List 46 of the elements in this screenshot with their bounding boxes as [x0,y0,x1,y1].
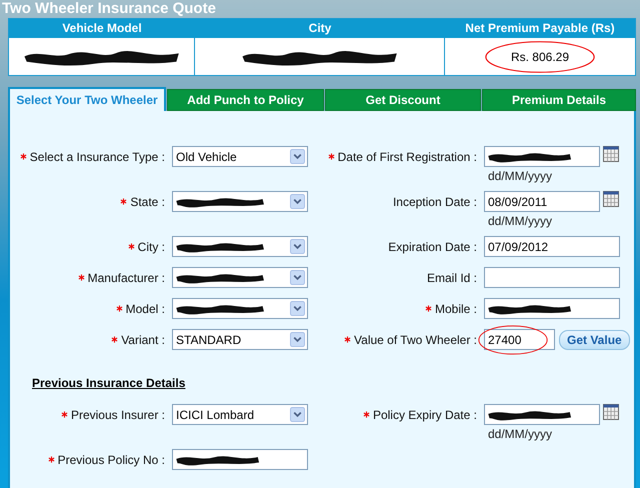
tab[interactable]: Premium Details [482,89,636,111]
calendar-icon[interactable] [603,146,619,162]
field-label: City : [138,240,165,254]
input-field[interactable] [484,267,620,288]
column-header: Vehicle Model [61,20,143,37]
premium-amount: Rs. 806.29 [510,50,570,64]
tab[interactable]: Get Discount [325,89,481,111]
field-label: Value of Two Wheeler : [354,332,477,346]
input-field[interactable]: 08/09/2011 [484,191,600,212]
input-field[interactable] [172,449,308,470]
tab[interactable]: Add Punch to Policy [167,89,324,111]
input-field[interactable] [484,404,600,425]
input-field[interactable]: 27400 [484,329,555,350]
field-label: Previous Policy No : [58,452,165,466]
field-label: Previous Insurer : [70,408,165,422]
column-header: City [308,20,332,37]
field-label: Inception Date : [392,194,477,208]
field-label: Email Id : [426,270,477,284]
get-value-button[interactable]: Get Value [559,330,630,350]
field-label: Policy Expiry Date : [372,408,477,422]
field-label: Model : [126,302,165,316]
date-format-hint: dd/MM/yyyy [487,426,554,441]
dropdown[interactable] [172,267,308,288]
date-format-hint: dd/MM/yyyy [487,213,554,228]
input-field[interactable] [484,146,600,167]
date-format-hint: dd/MM/yyyy [487,168,554,183]
input-field[interactable] [484,298,620,319]
field-label: Select a Insurance Type : [30,150,165,164]
calendar-icon[interactable] [603,190,619,206]
dropdown[interactable] [172,298,308,319]
page-title: Two Wheeler Insurance Quote [2,0,217,18]
field-label: Mobile : [434,302,477,316]
dropdown[interactable] [172,191,308,212]
section-heading: Previous Insurance Details [32,376,186,390]
field-label: State : [130,194,165,208]
calendar-icon[interactable] [603,404,619,420]
field-label: Manufacturer : [88,270,165,284]
field-label: Variant : [121,332,165,346]
input-field[interactable]: 07/09/2012 [484,236,620,257]
column-header: Net Premium Payable (Rs) [464,20,616,37]
field-label: Date of First Registration : [338,150,477,164]
dropdown[interactable] [172,236,308,257]
dropdown[interactable]: STANDARD [172,329,308,350]
dropdown[interactable]: ICICI Lombard [172,404,308,425]
field-label: Expiration Date : [388,240,477,254]
dropdown[interactable]: Old Vehicle [172,146,308,167]
